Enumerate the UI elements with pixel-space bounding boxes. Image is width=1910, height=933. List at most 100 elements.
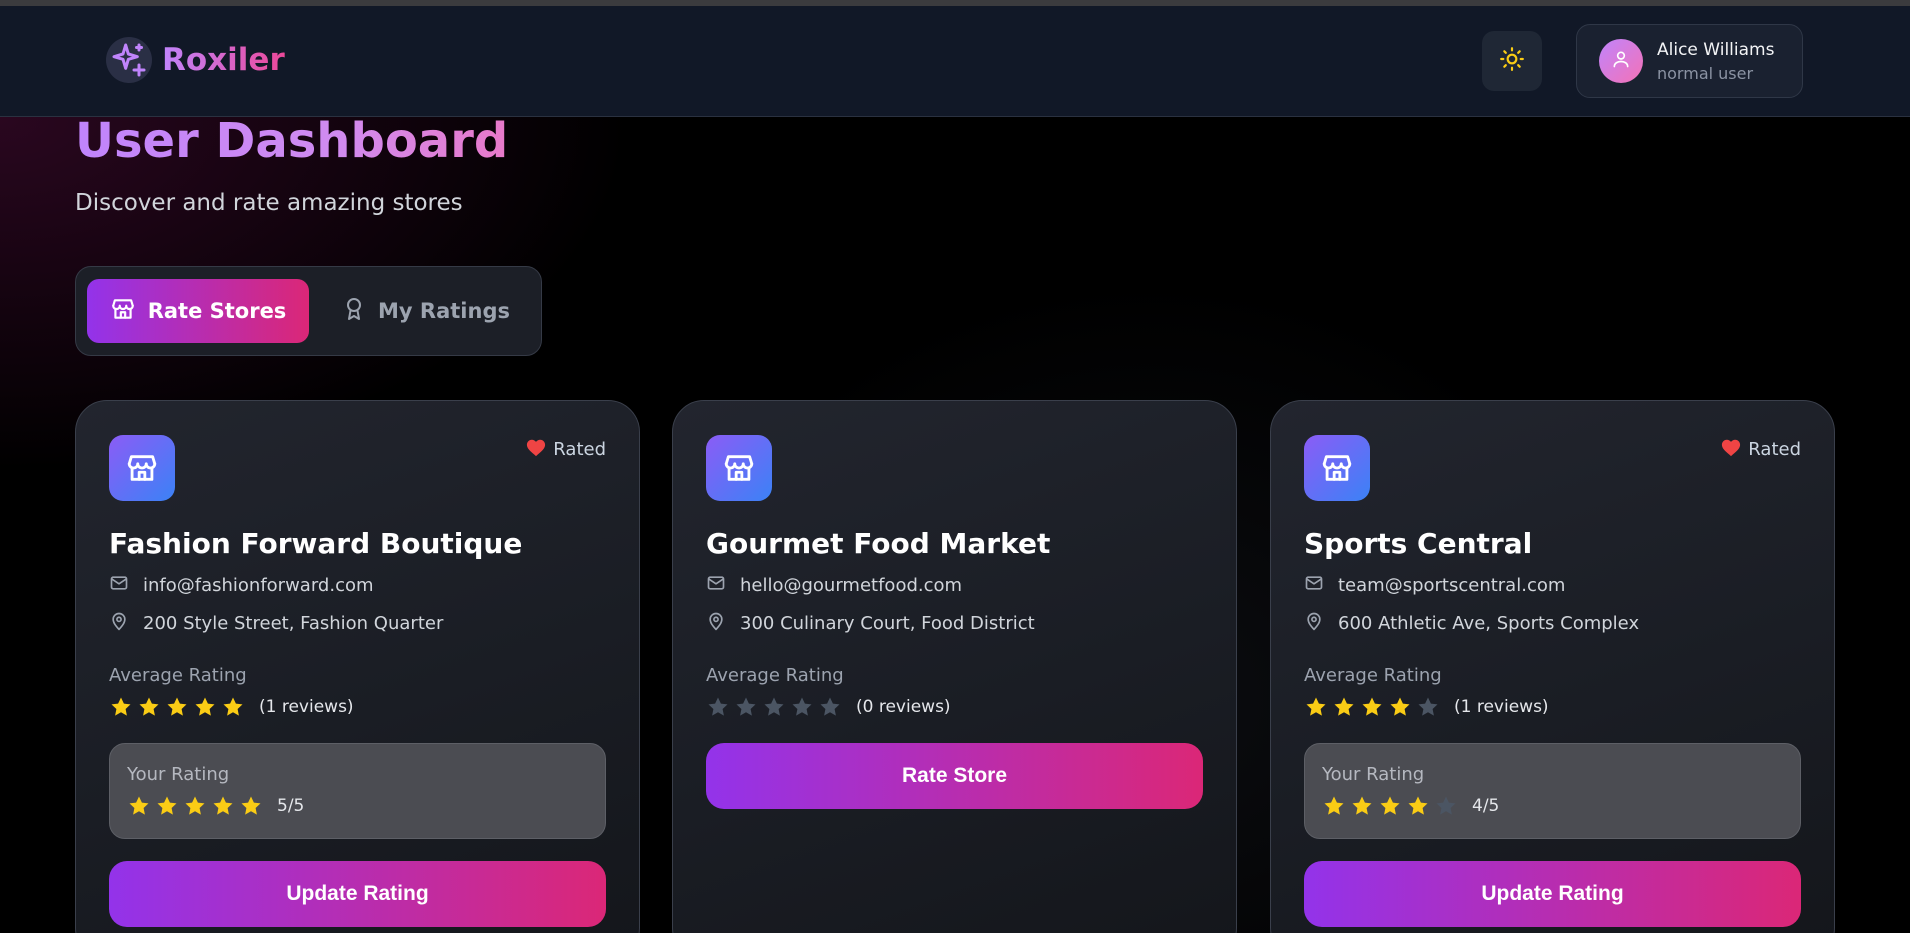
star-filled-icon [185, 796, 205, 815]
star-filled-icon [157, 796, 177, 815]
star-filled-icon [1324, 796, 1344, 815]
star-filled-icon [1380, 796, 1400, 815]
your-rating-label: Your Rating [1322, 764, 1425, 785]
average-rating-label: Average Rating [1304, 665, 1442, 686]
star-empty-icon [1418, 697, 1438, 716]
update-rating-button[interactable]: Update Rating [109, 861, 606, 927]
star-rating [706, 695, 842, 719]
email-text: hello@gourmetfood.com [740, 575, 963, 596]
star-filled-icon [167, 697, 187, 716]
map-pin-icon [1304, 611, 1324, 636]
reviews-count: (0 reviews) [856, 697, 951, 717]
email-text: info@fashionforward.com [143, 575, 374, 596]
star-filled-icon [195, 697, 215, 716]
star-filled-icon [1334, 697, 1354, 716]
your-rating-value: 4/5 [1472, 796, 1500, 816]
sparkles-icon [106, 37, 152, 83]
star-filled-icon [1362, 697, 1382, 716]
window-top-edge [0, 0, 1910, 6]
avatar [1599, 39, 1643, 83]
map-pin-icon [706, 611, 726, 636]
store-email: hello@gourmetfood.com [706, 573, 962, 598]
brand-name: Roxiler [162, 42, 285, 78]
page-subtitle: Discover and rate amazing stores [75, 190, 463, 216]
rated-badge: Rated [1720, 437, 1801, 462]
reviews-count: (1 reviews) [259, 697, 354, 717]
store-name: Gourmet Food Market [706, 527, 1051, 560]
star-empty-icon [736, 697, 756, 716]
main-content: User Dashboard Discover and rate amazing… [0, 0, 1910, 933]
mail-icon [1304, 573, 1324, 598]
address-text: 300 Culinary Court, Food District [740, 613, 1035, 634]
star-filled-icon [1408, 796, 1428, 815]
star-empty-icon [820, 697, 840, 716]
tab-my-ratings[interactable]: My Ratings [336, 279, 516, 343]
star-filled-icon [1306, 697, 1326, 716]
store-address: 200 Style Street, Fashion Quarter [109, 611, 443, 636]
award-icon [342, 296, 366, 327]
store-icon [110, 296, 136, 327]
store-icon [1304, 435, 1370, 501]
your-rating-box: Your Rating 4/5 [1304, 743, 1801, 839]
average-rating-stars: (1 reviews) [109, 695, 354, 719]
tab-label: Rate Stores [147, 299, 287, 323]
heart-icon [525, 437, 547, 462]
sun-icon [1499, 46, 1525, 76]
star-filled-icon [213, 796, 233, 815]
star-empty-icon [792, 697, 812, 716]
map-pin-icon [109, 611, 129, 636]
address-text: 600 Athletic Ave, Sports Complex [1338, 613, 1640, 634]
user-role: normal user [1657, 63, 1754, 83]
rated-label: Rated [1748, 439, 1801, 460]
star-filled-icon [1390, 697, 1410, 716]
your-rating-stars: 5/5 [127, 794, 304, 818]
store-card: Gourmet Food Market hello@gourmetfood.co… [672, 400, 1237, 933]
rated-label: Rated [553, 439, 606, 460]
store-email: team@sportscentral.com [1304, 573, 1565, 598]
address-text: 200 Style Street, Fashion Quarter [143, 613, 444, 634]
reviews-count: (1 reviews) [1454, 697, 1549, 717]
star-empty-icon [1436, 796, 1456, 815]
tab-rate-stores[interactable]: Rate Stores [87, 279, 309, 343]
star-empty-icon [764, 697, 784, 716]
rated-badge: Rated [525, 437, 606, 462]
star-rating [1304, 695, 1440, 719]
your-rating-stars: 4/5 [1322, 794, 1499, 818]
dashboard-tabs: Rate Stores My Ratings [75, 266, 542, 356]
store-name: Fashion Forward Boutique [109, 527, 523, 560]
store-email: info@fashionforward.com [109, 573, 374, 598]
star-rating [109, 695, 245, 719]
star-filled-icon [129, 796, 149, 815]
star-rating [127, 794, 263, 818]
user-name: Alice Williams [1657, 39, 1775, 60]
page-title: User Dashboard [75, 110, 508, 172]
update-rating-button[interactable]: Update Rating [1304, 861, 1801, 927]
user-menu[interactable]: Alice Williams normal user [1576, 24, 1803, 98]
star-rating [1322, 794, 1458, 818]
rate-store-button[interactable]: Rate Store [706, 743, 1203, 809]
star-empty-icon [708, 697, 728, 716]
top-navbar: Roxiler Alice Williams normal user [0, 6, 1910, 117]
user-info: Alice Williams normal user [1657, 40, 1774, 83]
average-rating-label: Average Rating [706, 665, 844, 686]
store-card: Rated Sports Central team@sportscentral.… [1270, 400, 1835, 933]
average-rating-stars: (0 reviews) [706, 695, 951, 719]
heart-icon [1720, 437, 1742, 462]
star-filled-icon [111, 697, 131, 716]
email-text: team@sportscentral.com [1338, 575, 1566, 596]
store-card: Rated Fashion Forward Boutique info@fash… [75, 400, 640, 933]
your-rating-value: 5/5 [277, 796, 305, 816]
your-rating-box: Your Rating 5/5 [109, 743, 606, 839]
brand[interactable]: Roxiler [106, 37, 285, 83]
star-filled-icon [1352, 796, 1372, 815]
store-name: Sports Central [1304, 527, 1533, 560]
store-icon [109, 435, 175, 501]
store-address: 300 Culinary Court, Food District [706, 611, 1035, 636]
theme-toggle-button[interactable] [1482, 31, 1542, 91]
user-icon [1611, 49, 1631, 73]
store-address: 600 Athletic Ave, Sports Complex [1304, 611, 1639, 636]
your-rating-label: Your Rating [127, 764, 230, 785]
mail-icon [109, 573, 129, 598]
mail-icon [706, 573, 726, 598]
average-rating-label: Average Rating [109, 665, 247, 686]
